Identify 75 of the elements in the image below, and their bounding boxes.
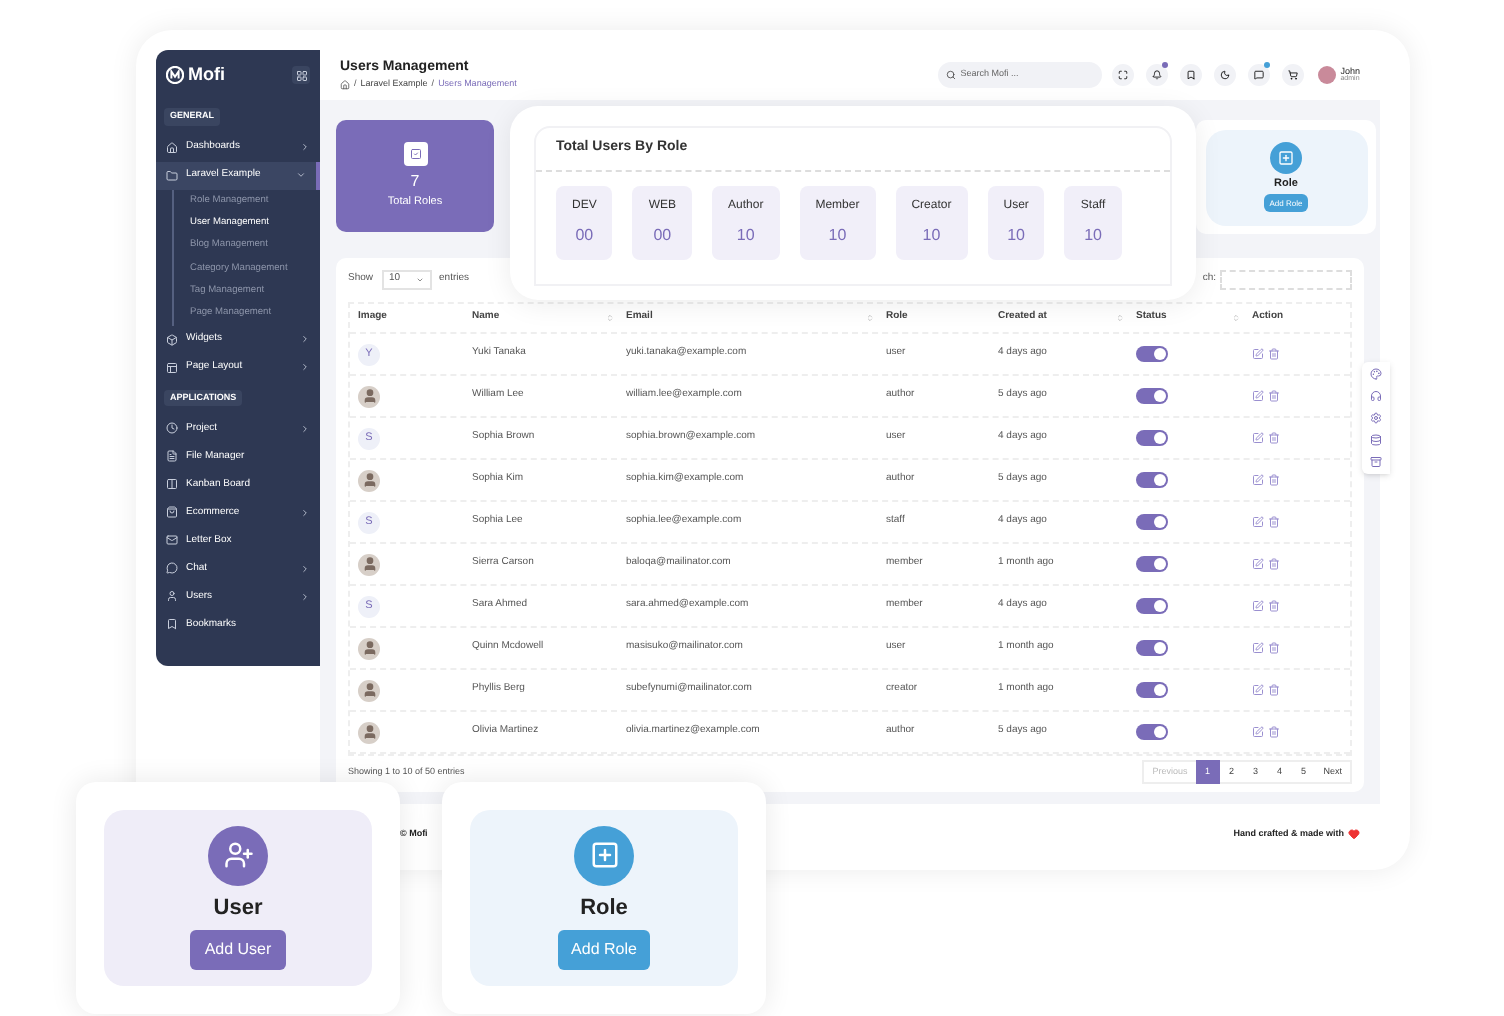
delete-icon[interactable] (1268, 348, 1280, 360)
cart-button[interactable] (1282, 64, 1305, 86)
menu-icon (166, 361, 178, 374)
delete-icon[interactable] (1268, 684, 1280, 696)
dark-mode-button[interactable] (1214, 64, 1237, 86)
delete-icon[interactable] (1268, 726, 1280, 738)
add-square-icon (574, 825, 634, 886)
card-title: User (213, 893, 263, 924)
edit-icon[interactable] (1252, 432, 1264, 444)
logo-icon (166, 66, 184, 84)
bell-icon (1152, 70, 1163, 80)
delete-icon[interactable] (1268, 474, 1280, 486)
home-icon (340, 80, 350, 91)
add-square-icon (1270, 141, 1302, 174)
delete-icon[interactable] (1268, 432, 1280, 444)
status-toggle[interactable] (1136, 388, 1168, 404)
status-toggle[interactable] (1136, 514, 1168, 530)
message-button[interactable] (1248, 64, 1271, 86)
heart-icon (1348, 828, 1360, 840)
fullscreen-button[interactable] (1112, 64, 1135, 86)
checkbox-icon (409, 147, 421, 160)
edit-icon[interactable] (1252, 726, 1264, 738)
delete-icon[interactable] (1268, 600, 1280, 612)
bookmark-icon (1186, 70, 1197, 80)
grid-toggle-button[interactable] (292, 66, 310, 84)
card-title: Role (580, 893, 628, 924)
bookmark-button[interactable] (1180, 64, 1203, 86)
settings-icon[interactable] (1370, 412, 1382, 424)
menu-icon (166, 169, 178, 182)
search-icon (946, 70, 957, 80)
database-icon[interactable] (1370, 434, 1382, 446)
status-toggle[interactable] (1136, 682, 1168, 698)
logo-text: Mofi (188, 61, 225, 88)
menu-icon (166, 422, 178, 435)
table-search-field[interactable] (1220, 270, 1352, 290)
status-toggle[interactable] (1136, 724, 1168, 740)
archive-icon[interactable] (1370, 456, 1382, 468)
edit-icon[interactable] (1252, 348, 1264, 360)
add-user-button[interactable]: Add User (190, 930, 286, 971)
edit-icon[interactable] (1252, 516, 1264, 528)
menu-icon (166, 534, 178, 547)
delete-icon[interactable] (1268, 390, 1280, 402)
cart-icon (1288, 70, 1299, 80)
edit-icon[interactable] (1252, 684, 1264, 696)
edit-icon[interactable] (1252, 390, 1264, 402)
edit-icon[interactable] (1252, 558, 1264, 570)
notification-button[interactable] (1146, 64, 1169, 86)
delete-icon[interactable] (1268, 558, 1280, 570)
menu-icon (166, 141, 178, 154)
status-toggle[interactable] (1136, 556, 1168, 572)
status-toggle[interactable] (1136, 346, 1168, 362)
menu-icon (166, 450, 178, 463)
menu-icon (166, 618, 178, 631)
status-toggle[interactable] (1136, 598, 1168, 614)
edit-icon[interactable] (1252, 474, 1264, 486)
edit-icon[interactable] (1252, 642, 1264, 654)
menu-icon (166, 478, 178, 491)
delete-icon[interactable] (1268, 516, 1280, 528)
menu-icon (166, 333, 178, 346)
user-avatar[interactable] (1318, 66, 1337, 84)
fullscreen-icon (1118, 70, 1129, 80)
edit-icon[interactable] (1252, 600, 1264, 612)
menu-icon (166, 506, 178, 519)
menu-icon (166, 562, 178, 575)
status-toggle[interactable] (1136, 640, 1168, 656)
palette-icon[interactable] (1370, 368, 1382, 380)
add-user-icon (208, 825, 268, 886)
moon-icon (1220, 70, 1231, 80)
status-toggle[interactable] (1136, 430, 1168, 446)
status-toggle[interactable] (1136, 472, 1168, 488)
menu-icon (166, 590, 178, 603)
message-icon (1254, 70, 1265, 80)
delete-icon[interactable] (1268, 642, 1280, 654)
stat-value: 7 (410, 169, 420, 194)
headphones-icon[interactable] (1370, 390, 1382, 402)
